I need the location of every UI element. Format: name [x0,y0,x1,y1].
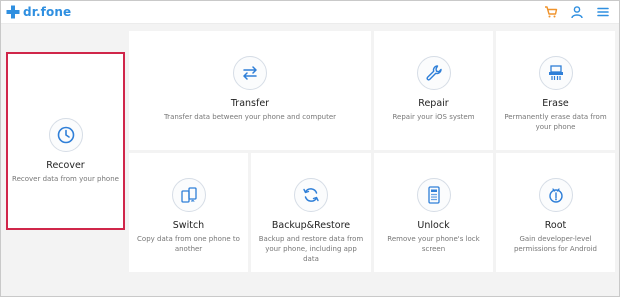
cart-icon[interactable] [543,4,559,20]
backup-card[interactable]: Backup&Restore Backup and restore data f… [251,153,371,272]
phone-switch-icon [171,178,206,212]
clock-icon [48,118,83,152]
unlock-card[interactable]: Unlock Remove your phone's lock screen [374,153,493,272]
top-bar: dr.fone [1,1,619,24]
unlock-title: Unlock [417,220,450,231]
backup-title: Backup&Restore [271,220,351,231]
transfer-arrows-icon [233,56,267,90]
wrench-icon [416,56,451,90]
root-title: Root [544,220,567,231]
switch-title: Switch [172,220,205,231]
app-window: Recover Recover data from your phone Tra… [0,0,620,297]
backup-desc: Backup and restore data from your phone,… [258,235,364,264]
feature-grid: Recover Recover data from your phone Tra… [1,1,619,296]
repair-desc: Repair your iOS system [392,113,475,121]
user-icon[interactable] [569,4,585,20]
repair-title: Repair [418,98,449,109]
root-desc: Gain developer-level permissions for And… [513,235,597,254]
erase-title: Erase [542,98,569,109]
transfer-title: Transfer [230,98,270,109]
switch-desc: Copy data from one phone to another [137,235,240,254]
logo-text: dr.fone [23,5,72,19]
erase-card[interactable]: Erase Permanently erase data from your p… [496,31,615,150]
erase-desc: Permanently erase data from your phone [504,113,607,132]
sync-icon [294,178,328,212]
keypad-phone-icon [416,178,451,212]
root-card[interactable]: Root Gain developer-level permissions fo… [496,153,615,272]
app-logo[interactable]: dr.fone [6,4,71,20]
header-actions [543,4,611,20]
menu-icon[interactable] [595,4,611,20]
transfer-card[interactable]: Transfer Transfer data between your phon… [129,31,371,150]
transfer-desc: Transfer data between your phone and com… [163,113,337,121]
recover-card[interactable]: Recover Recover data from your phone [6,52,125,230]
shredder-icon [538,56,573,90]
recover-title: Recover [46,160,85,171]
recover-desc: Recover data from your phone [12,175,119,183]
unlock-desc: Remove your phone's lock screen [387,235,480,254]
repair-card[interactable]: Repair Repair your iOS system [374,31,493,150]
plus-logo-icon [6,5,20,19]
android-root-icon [538,178,573,212]
switch-card[interactable]: Switch Copy data from one phone to anoth… [129,153,248,272]
